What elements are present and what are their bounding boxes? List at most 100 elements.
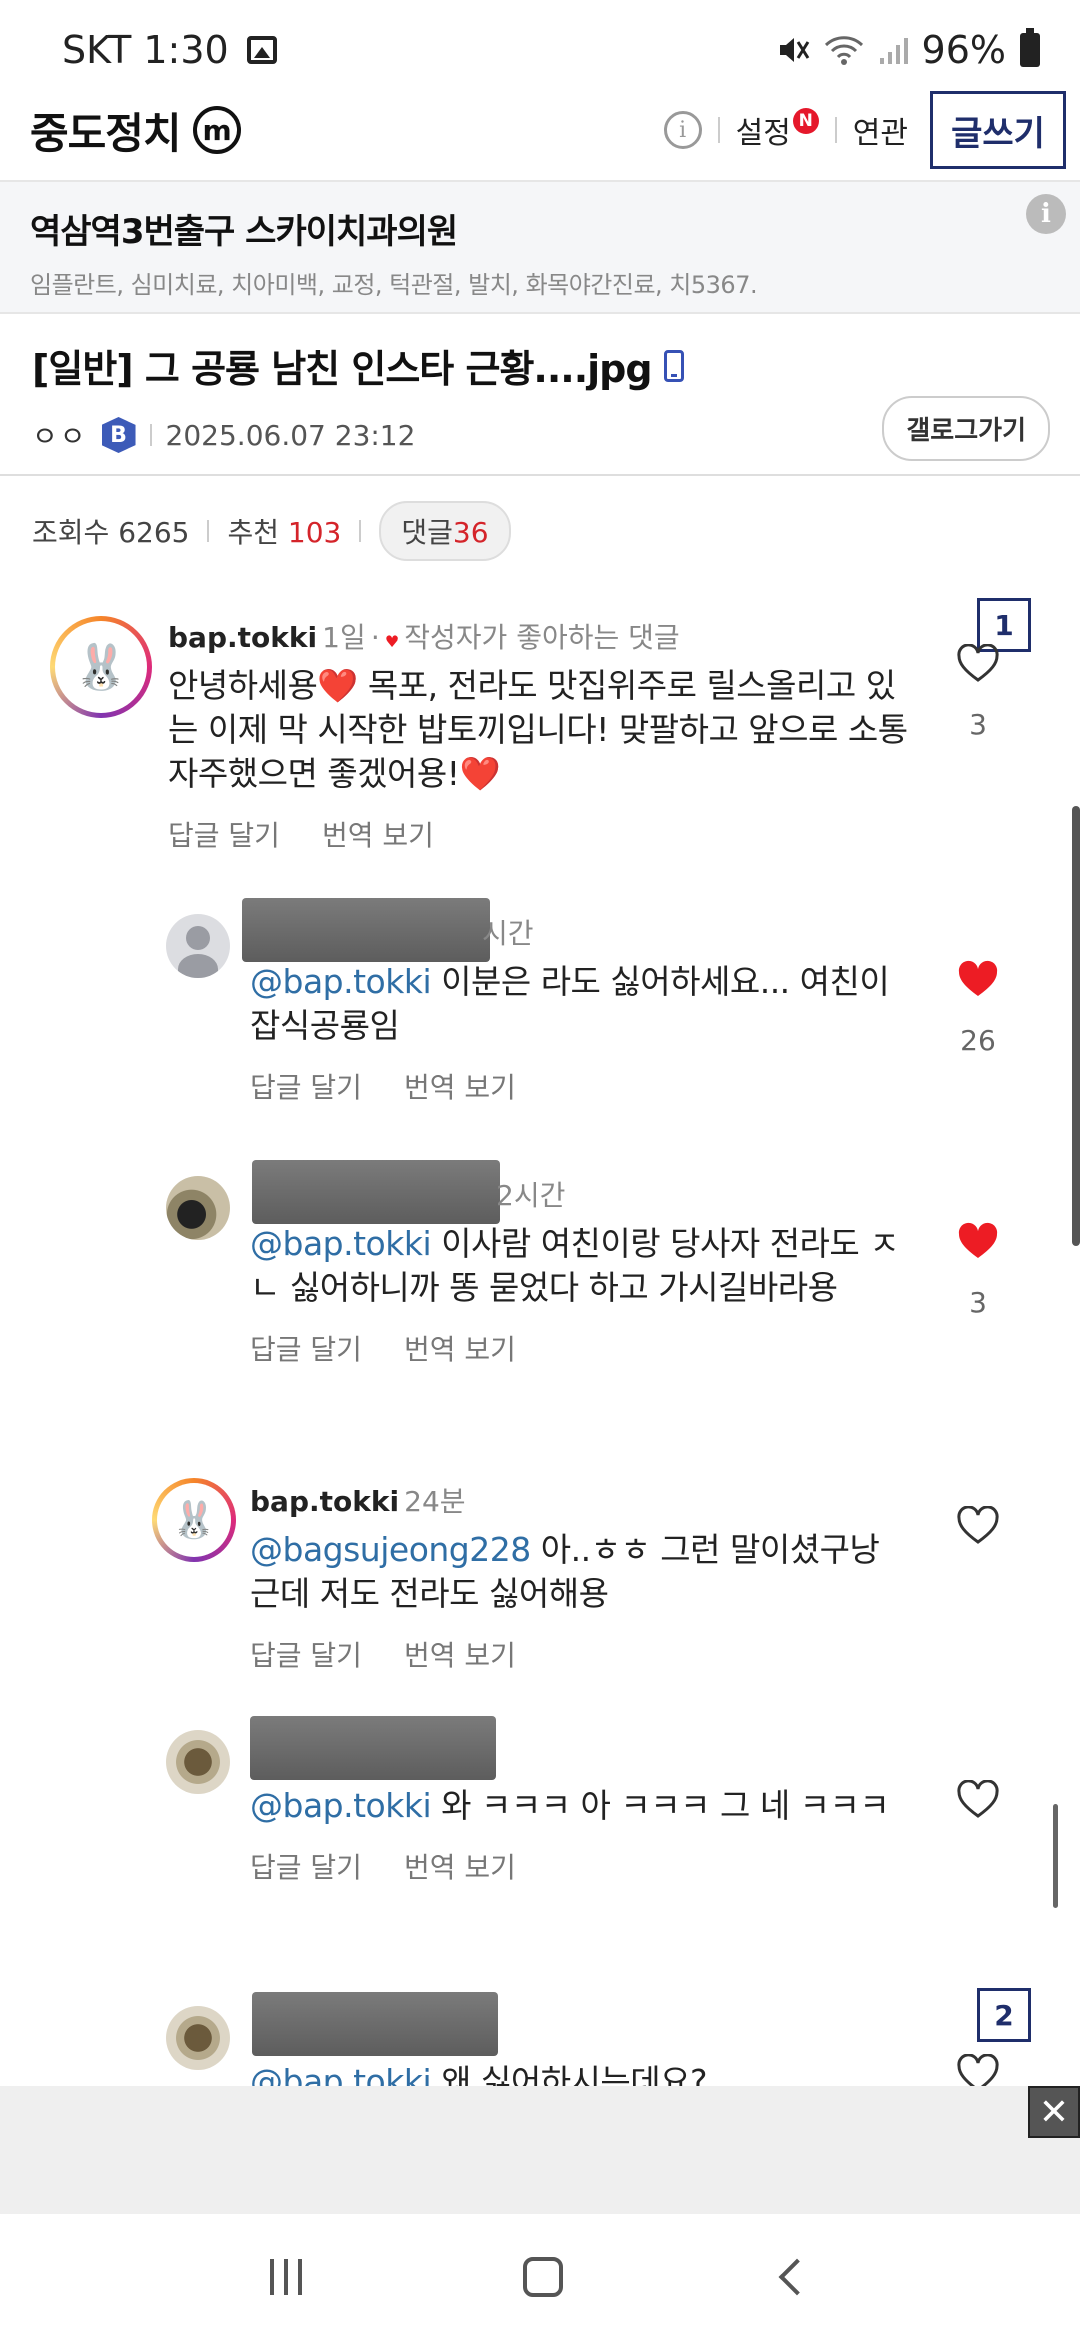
minor-gallery-badge-icon: m bbox=[192, 106, 241, 154]
signal-icon bbox=[879, 38, 908, 64]
post-header: [일반] 그 공룡 남친 인스타 근황....jpg ㅇㅇ B 2025.06.… bbox=[0, 316, 1080, 476]
like-heart-icon[interactable] bbox=[956, 2054, 1000, 2086]
carrier-time: SKT 1:30 bbox=[62, 28, 229, 72]
system-navigation-bar bbox=[0, 2214, 1080, 2340]
number-marker: 2 bbox=[977, 1988, 1031, 2042]
blurred-username bbox=[250, 1716, 496, 1780]
brand-title: 중도정치 bbox=[30, 108, 182, 158]
avatar[interactable] bbox=[166, 1176, 230, 1240]
info-icon[interactable]: i bbox=[663, 111, 702, 149]
avatar[interactable]: 🐰 bbox=[50, 616, 152, 718]
avatar[interactable]: 🐰 bbox=[152, 1478, 236, 1562]
comment-text: @bap.tokki 이사람 여친이랑 당사자 전라도 ㅈㄴ 싫어하니까 똥 묻… bbox=[250, 1222, 910, 1310]
post-title-row: [일반] 그 공룡 남친 인스타 근황....jpg bbox=[32, 338, 1050, 393]
mention-link[interactable]: @bap.tokki bbox=[250, 1786, 432, 1825]
mention-link[interactable]: @bap.tokki bbox=[250, 2062, 432, 2086]
liked-heart-icon[interactable] bbox=[956, 960, 1000, 1000]
comment-body: 왜 싫어하시는데요? bbox=[441, 2062, 708, 2086]
comment-text: @bagsujeong228 아..ㅎㅎ 그런 말이셨구낭 근데 저도 전라도 … bbox=[250, 1528, 910, 1616]
close-icon[interactable]: ✕ bbox=[1028, 2086, 1080, 2138]
comments-count: 36 bbox=[452, 516, 489, 549]
post-image-instagram-comments: 1 🐰 bap.tokki 1일 · ♥ 작성자가 좋아하는 댓글 안녕하세용❤… bbox=[0, 586, 1080, 2086]
back-icon[interactable] bbox=[778, 2258, 816, 2296]
battery-percent: 96% bbox=[921, 28, 1006, 72]
like-count: 26 bbox=[960, 1024, 996, 1057]
translate-button[interactable]: 번역 보기 bbox=[404, 1328, 516, 1368]
scrollbar-edge[interactable] bbox=[1072, 806, 1080, 1246]
wifi-icon bbox=[824, 36, 863, 65]
brand-logo[interactable]: 중도정치 m bbox=[30, 100, 241, 161]
reply-button[interactable]: 답글 달기 bbox=[250, 1066, 362, 1106]
author-badge-icon: B bbox=[101, 417, 136, 453]
reply-button[interactable]: 답글 달기 bbox=[250, 1328, 362, 1368]
mention-link[interactable]: @bagsujeong228 bbox=[250, 1530, 531, 1569]
translate-button[interactable]: 번역 보기 bbox=[322, 814, 434, 854]
reply-button[interactable]: 답글 달기 bbox=[250, 1846, 362, 1886]
mention-link[interactable]: @bap.tokki bbox=[250, 1224, 432, 1263]
translate-button[interactable]: 번역 보기 bbox=[404, 1634, 516, 1674]
separator-dot: · bbox=[370, 621, 380, 654]
comment-username[interactable]: bap.tokki bbox=[168, 621, 317, 654]
mention-link[interactable]: @bap.tokki bbox=[250, 962, 432, 1001]
post-stats: 조회수 6265 추천 103 댓글36 bbox=[0, 476, 1080, 586]
gallery-icon bbox=[246, 36, 277, 64]
divider bbox=[359, 520, 362, 542]
comment-body: 와 ㅋㅋㅋ 아 ㅋㅋㅋ 그 네 ㅋㅋㅋ bbox=[441, 1786, 890, 1825]
creator-liked-note: 작성자가 좋아하는 댓글 bbox=[404, 621, 680, 654]
avatar[interactable] bbox=[166, 2006, 230, 2070]
scrollbar[interactable] bbox=[1053, 1804, 1058, 1908]
divider bbox=[834, 117, 837, 143]
views-label: 조회수 bbox=[32, 516, 110, 549]
post-title: [일반] 그 공룡 남친 인스타 근황....jpg bbox=[32, 347, 653, 391]
author-name[interactable]: ㅇㅇ bbox=[32, 415, 88, 455]
comment-time: 2시간 bbox=[496, 1179, 566, 1212]
avatar[interactable] bbox=[166, 1730, 230, 1794]
comment-username[interactable]: bap.tokki bbox=[250, 1485, 399, 1518]
new-badge: N bbox=[792, 108, 819, 134]
mobile-icon bbox=[663, 349, 684, 382]
comments-label: 댓글 bbox=[401, 516, 453, 549]
comment-time: 시간 bbox=[482, 917, 534, 950]
recommend-label: 추천 bbox=[227, 516, 279, 549]
related-link[interactable]: 연관 bbox=[853, 108, 908, 152]
mute-icon bbox=[779, 38, 809, 62]
app-header: 중도정치 m i 설정 N 연관 글쓰기 bbox=[0, 80, 1080, 180]
translate-button[interactable]: 번역 보기 bbox=[404, 1846, 516, 1886]
blurred-username bbox=[242, 898, 490, 962]
settings-link[interactable]: 설정 N bbox=[736, 108, 819, 152]
comment-header: bap.tokki 1일 · ♥ 작성자가 좋아하는 댓글 bbox=[168, 616, 908, 656]
views-count: 6265 bbox=[118, 516, 190, 549]
blurred-username bbox=[252, 1160, 500, 1224]
write-button[interactable]: 글쓰기 bbox=[930, 91, 1066, 169]
reply-button[interactable]: 답글 달기 bbox=[250, 1634, 362, 1674]
like-count: 3 bbox=[969, 708, 987, 741]
like-heart-icon[interactable] bbox=[956, 644, 1000, 684]
post-datetime: 2025.06.07 23:12 bbox=[165, 418, 416, 452]
recent-apps-icon[interactable] bbox=[270, 2259, 303, 2295]
recommend-count: 103 bbox=[287, 516, 342, 549]
comment-text: @bap.tokki 이분은 라도 싫어하세요... 여친이 잡식공룡임 bbox=[250, 960, 900, 1048]
liked-heart-icon[interactable] bbox=[956, 1222, 1000, 1262]
ad-banner[interactable]: 역삼역3번출구 스카이치과의원 임플란트, 심미치료, 치아미백, 교정, 턱관… bbox=[0, 180, 1080, 314]
like-heart-icon[interactable] bbox=[956, 1506, 1000, 1546]
bunny-icon: 🐰 bbox=[55, 621, 147, 713]
recommend-stat: 추천 103 bbox=[227, 511, 341, 551]
settings-label: 설정 bbox=[735, 116, 791, 151]
reply-button[interactable]: 답글 달기 bbox=[168, 814, 280, 854]
ad-info-icon[interactable]: i bbox=[1026, 194, 1066, 234]
default-avatar-icon[interactable] bbox=[166, 914, 230, 978]
ad-description: 임플란트, 심미치료, 치아미백, 교정, 턱관절, 발치, 화목야간진료, 치… bbox=[30, 271, 758, 299]
views-stat: 조회수 6265 bbox=[32, 511, 189, 551]
home-icon[interactable] bbox=[522, 2257, 563, 2297]
comment-text: @bap.tokki 왜 싫어하시는데요? bbox=[250, 2060, 900, 2086]
bottom-ad-banner[interactable]: ✕ bbox=[0, 2086, 1080, 2214]
like-heart-icon[interactable] bbox=[956, 1780, 1000, 1820]
comment-time: 24분 bbox=[404, 1485, 466, 1518]
battery-icon bbox=[1020, 28, 1040, 67]
translate-button[interactable]: 번역 보기 bbox=[404, 1066, 516, 1106]
divider bbox=[207, 520, 210, 542]
comments-button[interactable]: 댓글36 bbox=[379, 501, 511, 561]
gallog-button[interactable]: 갤로그가기 bbox=[882, 396, 1050, 461]
comment-text: @bap.tokki 와 ㅋㅋㅋ 아 ㅋㅋㅋ 그 네 ㅋㅋㅋ bbox=[250, 1784, 900, 1828]
comment-time: 1일 bbox=[322, 621, 366, 654]
